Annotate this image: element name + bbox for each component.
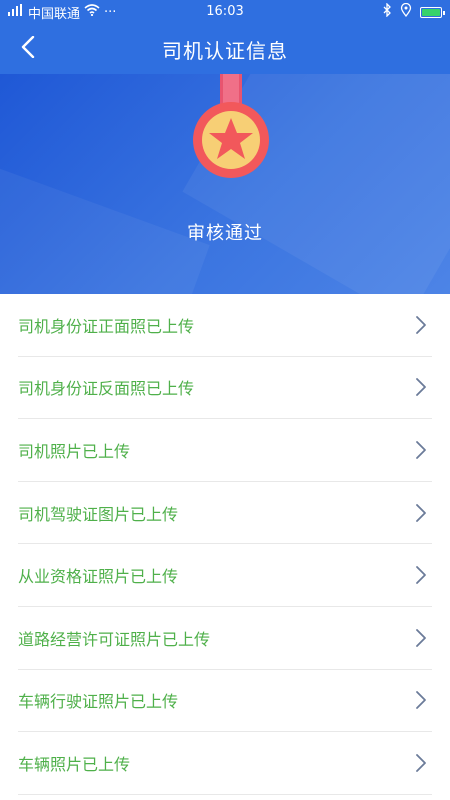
page-title: 司机认证信息 [162, 38, 288, 63]
list-item[interactable]: 车辆行驶证照片已上传 [18, 670, 432, 733]
list-item-label: 司机驾驶证图片已上传 [18, 504, 179, 524]
list-item-label: 司机身份证反面照已上传 [18, 379, 195, 399]
bluetooth-icon [382, 2, 392, 21]
chevron-right-icon [410, 376, 432, 398]
upload-status-list: 司机身份证正面照已上传 司机身份证反面照已上传 司机照片已上传 司机驾驶证图片已… [0, 294, 450, 795]
list-item[interactable]: 从业资格证照片已上传 [18, 544, 432, 607]
nav-bar: 司机认证信息 [0, 24, 450, 74]
list-item[interactable]: 道路经营许可证照片已上传 [18, 607, 432, 670]
approval-banner: 审核通过 [0, 74, 450, 294]
chevron-right-icon [410, 502, 432, 524]
list-item[interactable]: 司机驾驶证图片已上传 [18, 482, 432, 545]
chevron-right-icon [410, 627, 432, 649]
chevron-right-icon [410, 689, 432, 711]
medal-icon [193, 74, 269, 178]
chevron-right-icon [410, 752, 432, 774]
list-item[interactable]: 司机身份证反面照已上传 [18, 357, 432, 420]
list-item[interactable]: 司机照片已上传 [18, 419, 432, 482]
carrier-text: 中国联通 [28, 6, 81, 22]
more-dots: ··· [104, 4, 117, 20]
chevron-right-icon [410, 564, 432, 586]
chevron-right-icon [410, 439, 432, 461]
approval-status-text: 审核通过 [187, 223, 263, 244]
chevron-right-icon [410, 314, 432, 336]
list-item-label: 道路经营许可证照片已上传 [18, 629, 211, 649]
list-item-label: 从业资格证照片已上传 [18, 567, 179, 587]
status-right [382, 2, 445, 21]
list-item[interactable]: 车辆照片已上传 [18, 732, 432, 795]
status-bar: 中国联通 ··· 16:03 [0, 0, 450, 24]
back-button[interactable] [10, 31, 46, 67]
list-item[interactable]: 司机身份证正面照已上传 [18, 294, 432, 357]
chevron-left-icon [21, 35, 35, 62]
battery-icon [420, 6, 445, 18]
list-item-label: 司机照片已上传 [18, 441, 131, 461]
location-icon [400, 2, 412, 21]
list-item-label: 车辆行驶证照片已上传 [18, 692, 179, 712]
battery-level [422, 8, 440, 16]
list-item-label: 车辆照片已上传 [18, 754, 131, 774]
signal-icon [8, 4, 24, 20]
status-left: 中国联通 ··· [8, 3, 116, 22]
list-item-label: 司机身份证正面照已上传 [18, 316, 195, 336]
wifi-icon [84, 4, 100, 20]
